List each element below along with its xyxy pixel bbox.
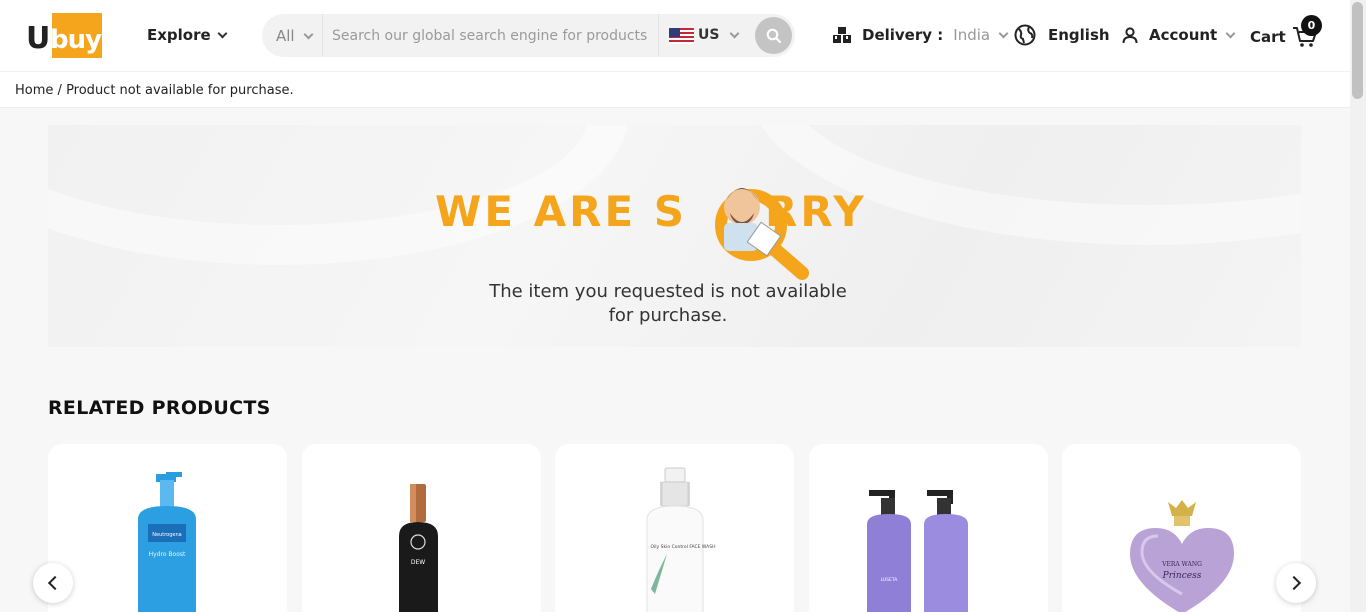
us-flag-icon [669,28,694,44]
sorry-title-part1: WE ARE S [435,187,688,236]
not-available-banner: WE ARE S RRY The item you requested is no… [48,125,1301,347]
product-brand-text: VERA WANG [1161,561,1202,568]
user-icon [1122,27,1138,44]
pump-bottles-icon: LUSETA [867,490,968,612]
chevron-down-icon [1225,28,1236,38]
country-label: US [698,27,720,43]
chevron-down-icon [217,28,228,38]
related-products-title: RELATED PRODUCTS [48,397,271,419]
explore-label: Explore [147,26,211,44]
breadcrumb-current: Product not available for purchase. [66,83,294,98]
product-label-text: Princess [1162,571,1202,581]
search-button[interactable] [755,17,792,54]
carousel-prev-button[interactable] [33,563,73,603]
chevron-down-icon [303,29,314,39]
delivery-box-icon [833,27,851,43]
search-category-label: All [276,27,295,45]
globe-icon [1014,24,1036,46]
search-icon [766,28,781,43]
svg-text:U: U [26,21,49,56]
delivery-value: India [953,26,991,44]
product-brand-text: LUSETA [881,577,899,583]
delivery-label: Delivery : [862,26,944,44]
breadcrumb-bar: Home / Product not available for purchas… [0,71,1350,108]
chevron-right-icon [1286,575,1302,591]
perfume-bottle-icon: VERA WANG Princess [1130,500,1234,612]
explore-menu[interactable]: Explore [147,26,228,44]
scrollbar-thumb[interactable] [1352,2,1363,99]
search-bar: All US [262,14,795,57]
carousel-next-button[interactable] [1276,563,1316,603]
chevron-left-icon [47,575,63,591]
divider [322,14,323,57]
breadcrumb: Home / Product not available for purchas… [15,83,294,98]
language-label: English [1048,26,1110,44]
product-card[interactable]: VERA WANG Princess [1062,444,1301,612]
product-brand-text: Neutrogena [152,532,181,538]
magnifier-character-icon [715,188,809,280]
account-label: Account [1149,26,1218,44]
product-brand-text: DEW [411,559,425,566]
product-label-text: Oily Skin Control FACE WASH [651,544,716,550]
spray-bottle-icon: Oily Skin Control FACE WASH [646,467,716,612]
product-label-text: Hydro Boost [149,551,186,558]
site-header: U buy Explore All US [0,0,1350,71]
sorry-message-line1: The item you requested is not available [489,281,847,302]
chevron-down-icon [730,28,740,38]
search-input[interactable] [332,22,650,49]
chevron-down-icon [998,28,1009,38]
cart-label: Cart [1250,28,1286,46]
sorry-message-line2: for purchase. [608,305,728,326]
delivery-selector[interactable]: Delivery : India [832,26,1009,44]
account-menu[interactable]: Account [1121,26,1236,44]
language-selector[interactable]: English [1014,24,1110,46]
product-card[interactable]: Neutrogena Hydro Boost [48,444,287,612]
svg-text:buy: buy [50,25,102,55]
cart-count-badge: 0 [1301,15,1322,36]
breadcrumb-separator: / [57,83,62,98]
product-card[interactable]: DEW [302,444,541,612]
sorry-message: The item you requested is not available … [488,280,848,328]
lotion-bottle-icon: Neutrogena Hydro Boost [138,472,196,612]
product-card[interactable]: Oily Skin Control FACE WASH [555,444,794,612]
search-category-select[interactable]: All [276,27,314,45]
breadcrumb-home-link[interactable]: Home [15,83,53,98]
ubuy-logo[interactable]: U buy [26,13,102,58]
toner-bottle-icon: DEW [399,484,438,612]
country-select[interactable]: US [698,27,740,43]
product-card[interactable]: LUSETA [809,444,1048,612]
divider [658,14,659,57]
